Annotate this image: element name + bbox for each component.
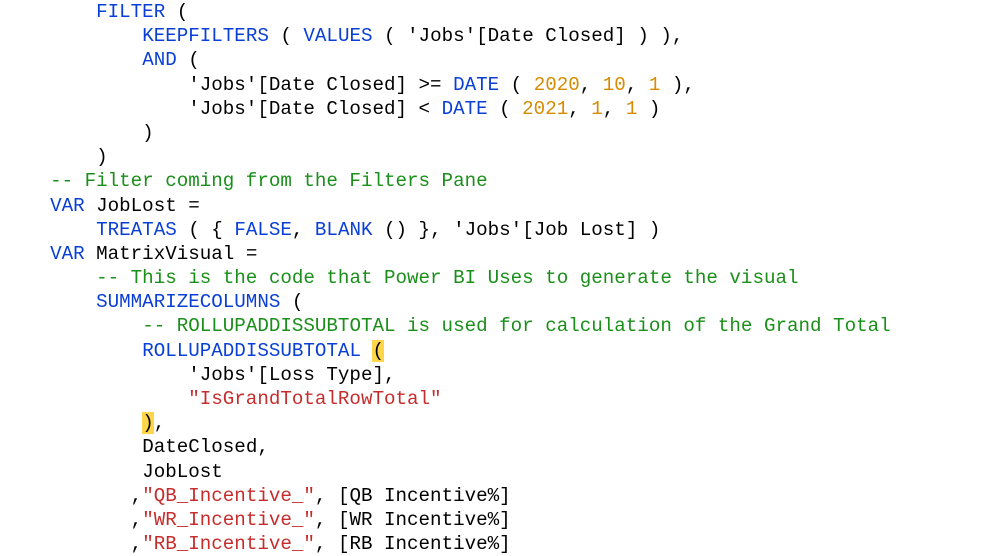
comment-rollup: -- ROLLUPADDISSUBTOTAL is used for calcu… [142,315,890,337]
keyword-false: FALSE [234,219,292,241]
dax-code-block: FILTER ( KEEPFILTERS ( VALUES ( 'Jobs'[D… [0,0,991,556]
num-1: 1 [626,98,638,120]
num-2020: 2020 [534,74,580,96]
string-wr: "WR_Incentive_" [142,509,315,531]
equals: = [246,243,258,265]
fn-rollupaddissubtotal: ROLLUPADDISSUBTOTAL [142,340,361,362]
var-joblost: JobLost [96,195,177,217]
measure-rb: [RB Incentive%] [338,533,511,555]
keyword-and: AND [142,49,177,71]
col-date-closed: 'Jobs'[Date Closed] [407,25,626,47]
col-date-closed: 'Jobs'[Date Closed] [188,74,407,96]
num-1: 1 [649,74,661,96]
keyword-keepfilters: KEEPFILTERS [142,25,269,47]
highlight-close-paren: ) [142,412,154,434]
col-job-lost: 'Jobs'[Job Lost] [453,219,637,241]
string-isgrandtotal: "IsGrandTotalRowTotal" [188,388,441,410]
equals: = [188,195,200,217]
fn-summarizecolumns: SUMMARIZECOLUMNS [96,291,280,313]
measure-wr: [WR Incentive%] [338,509,511,531]
keyword-var: VAR [50,195,85,217]
col-loss-type: 'Jobs'[Loss Type] [188,364,384,386]
keyword-var: VAR [50,243,85,265]
fn-values: VALUES [303,25,372,47]
num-10: 10 [603,74,626,96]
var-dateclosed-ref: DateClosed [142,436,257,458]
string-qb: "QB_Incentive_" [142,485,315,507]
measure-qb: [QB Incentive%] [338,485,511,507]
highlight-open-paren: ( [372,340,384,362]
comment-filters-pane: -- Filter coming from the Filters Pane [50,170,488,192]
fn-date: DATE [453,74,499,96]
var-joblost-ref: JobLost [142,461,223,483]
string-rb: "RB_Incentive_" [142,533,315,555]
num-2021: 2021 [522,98,568,120]
keyword-filter: FILTER [96,1,165,23]
var-matrixvisual: MatrixVisual [96,243,234,265]
fn-blank: BLANK [315,219,373,241]
fn-treatas: TREATAS [96,219,177,241]
col-date-closed: 'Jobs'[Date Closed] [188,98,407,120]
comment-powerbi: -- This is the code that Power BI Uses t… [96,267,798,289]
fn-date: DATE [442,98,488,120]
num-1: 1 [591,98,603,120]
